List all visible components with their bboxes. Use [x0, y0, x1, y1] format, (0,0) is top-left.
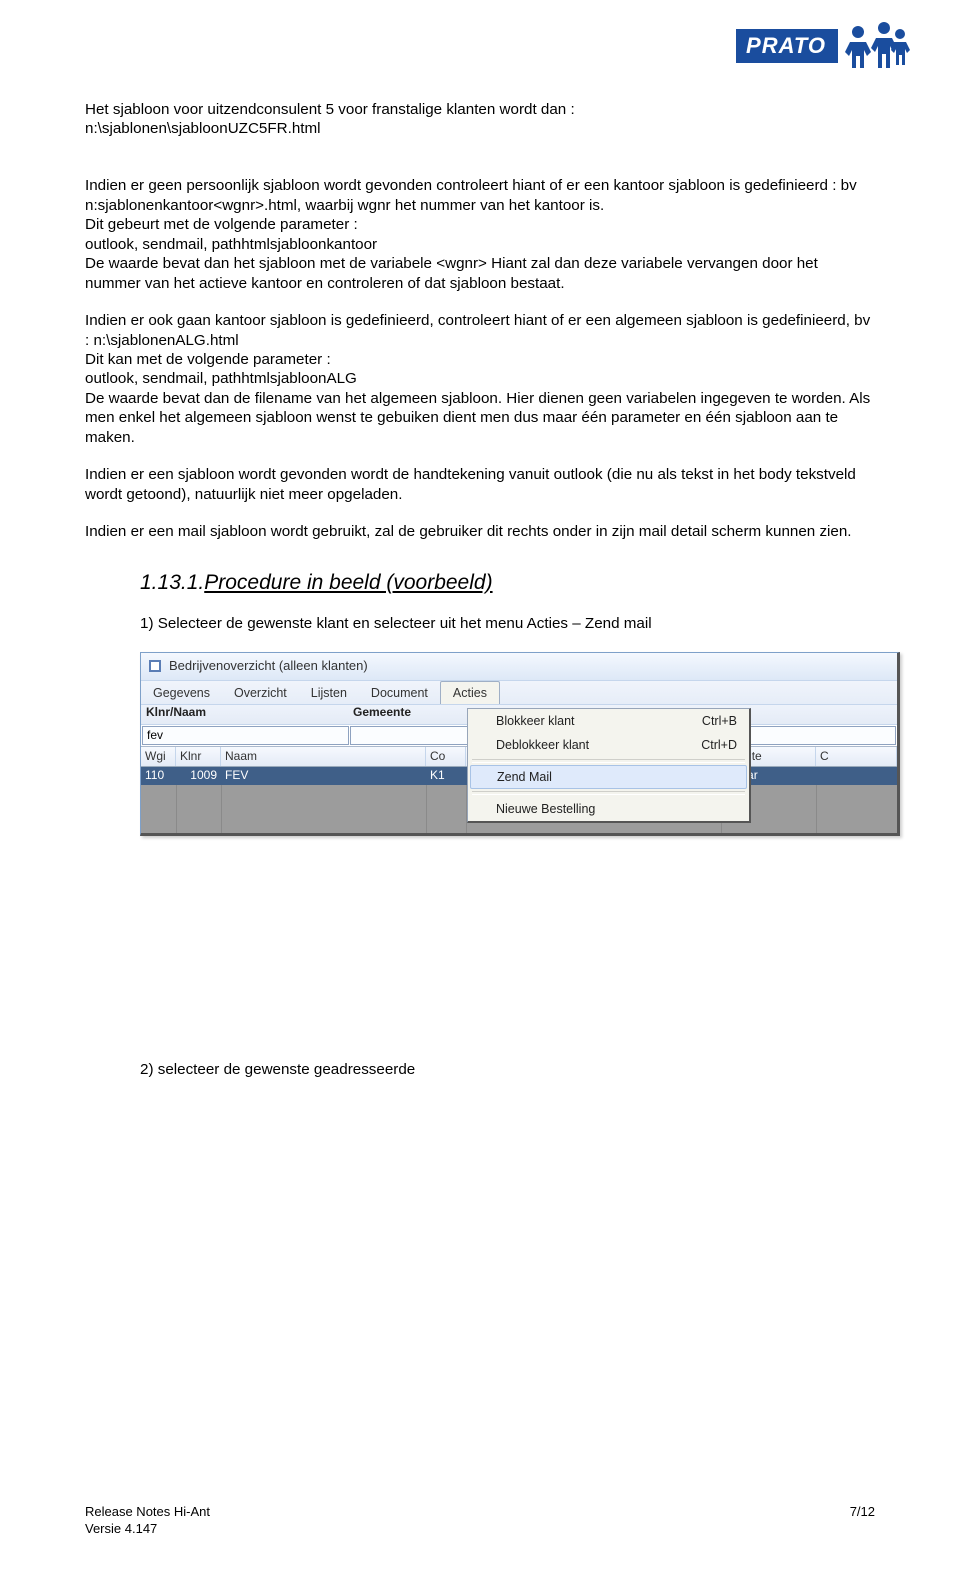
heading-number: 1.13.1.	[140, 571, 204, 594]
para5: Indien er een mail sjabloon wordt gebrui…	[85, 522, 875, 541]
document-body: Het sjabloon voor uitzendconsulent 5 voo…	[85, 100, 875, 1079]
col-wgi[interactable]: Wgi	[141, 747, 176, 766]
cell-co: K1	[426, 767, 466, 785]
cell-c	[816, 767, 897, 785]
app-icon	[147, 658, 163, 674]
step-2: 2) selecteer de gewenste geadresseerde	[140, 1060, 875, 1079]
para2-line3: outlook, sendmail, pathhtmlsjabloonkanto…	[85, 236, 377, 253]
step-1: 1) Selecteer de gewenste klant en select…	[140, 614, 875, 633]
col-c[interactable]: C	[816, 747, 897, 766]
menu-item-zend-mail[interactable]: Zend Mail	[470, 765, 747, 789]
window-title: Bedrijvenoverzicht (alleen klanten)	[169, 658, 368, 675]
page-footer: Release Notes Hi-Ant Versie 4.147 7/12	[85, 1504, 875, 1538]
para2-line1: Indien er geen persoonlijk sjabloon word…	[85, 177, 857, 213]
menu-document[interactable]: Document	[359, 681, 440, 704]
para2-line2: Dit gebeurt met de volgende parameter :	[85, 216, 358, 233]
window-titlebar: Bedrijvenoverzicht (alleen klanten)	[141, 653, 897, 681]
menu-item-blokkeer[interactable]: Blokkeer klant Ctrl+B	[468, 709, 749, 733]
col-naam[interactable]: Naam	[221, 747, 426, 766]
menu-item-label: Deblokkeer klant	[496, 737, 589, 753]
filter-header-klnrnaam: Klnr/Naam	[141, 705, 351, 724]
menu-lijsten[interactable]: Lijsten	[299, 681, 359, 704]
logo: PRATO	[736, 18, 910, 74]
section-heading: 1.13.1.Procedure in beeld (voorbeeld)	[140, 570, 875, 597]
menu-item-deblokkeer[interactable]: Deblokkeer klant Ctrl+D	[468, 733, 749, 757]
menu-overzicht[interactable]: Overzicht	[222, 681, 299, 704]
menu-item-nieuwe-bestelling[interactable]: Nieuwe Bestelling	[468, 797, 749, 821]
cell-klnr: 1009	[176, 767, 221, 785]
para3-line3: outlook, sendmail, pathhtmlsjabloonALG	[85, 370, 357, 387]
col-co[interactable]: Co	[426, 747, 466, 766]
menu-item-shortcut: Ctrl+D	[701, 737, 737, 753]
menu-item-shortcut: Ctrl+B	[702, 713, 737, 729]
footer-version: Versie 4.147	[85, 1521, 157, 1536]
para4: Indien er een sjabloon wordt gevonden wo…	[85, 465, 875, 504]
menu-item-label: Zend Mail	[497, 769, 552, 785]
acties-dropdown: Blokkeer klant Ctrl+B Deblokkeer klant C…	[467, 708, 751, 823]
para3-line4: De waarde bevat dan de filename van het …	[85, 390, 870, 446]
menubar: Gegevens Overzicht Lijsten Document Acti…	[141, 681, 897, 705]
logo-text: PRATO	[736, 29, 838, 63]
embedded-screenshot: Bedrijvenoverzicht (alleen klanten) Gege…	[140, 652, 900, 840]
para3-line2: Dit kan met de volgende parameter :	[85, 351, 331, 368]
logo-people-icon	[840, 18, 910, 74]
cell-naam: FEV	[221, 767, 426, 785]
page-number: 7/12	[850, 1504, 875, 1538]
col-klnr[interactable]: Klnr	[176, 747, 221, 766]
para2-line4: De waarde bevat dan het sjabloon met de …	[85, 255, 818, 291]
cell-wgi: 110	[141, 767, 176, 785]
heading-text: Procedure in beeld (voorbeeld)	[204, 571, 492, 594]
footer-product: Release Notes Hi-Ant	[85, 1504, 210, 1519]
filter-input-klnrnaam[interactable]: fev	[142, 726, 349, 745]
menu-item-label: Blokkeer klant	[496, 713, 575, 729]
menu-gegevens[interactable]: Gegevens	[141, 681, 222, 704]
menu-acties[interactable]: Acties	[440, 681, 500, 704]
para3-line1: Indien er ook gaan kantoor sjabloon is g…	[85, 312, 870, 348]
menu-item-label: Nieuwe Bestelling	[496, 801, 595, 817]
para1-line1: Het sjabloon voor uitzendconsulent 5 voo…	[85, 101, 575, 118]
para1-line2: n:\sjablonen\sjabloonUZC5FR.html	[85, 120, 321, 137]
